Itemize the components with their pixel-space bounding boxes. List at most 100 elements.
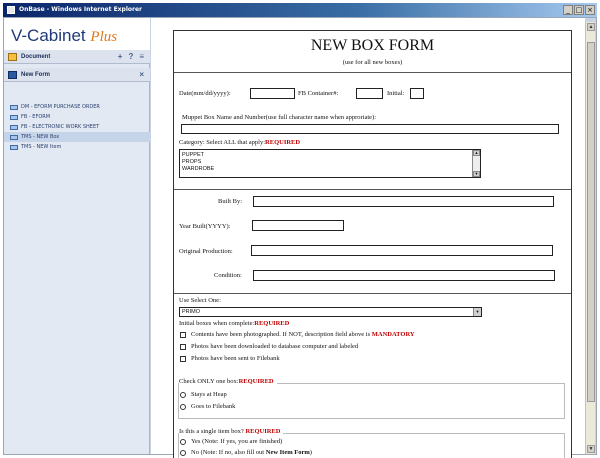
form-viewer: NEW BOX FORM (use for all new boxes) Dat… (151, 18, 585, 458)
scroll-down-arrow-icon[interactable]: ▼ (587, 445, 595, 453)
sent-to-filebank-text: Photos have been sent to Filebank (191, 355, 280, 362)
initial-label: Initial: (387, 90, 405, 97)
built-by-label: Built By: (218, 198, 243, 205)
form-item-label: FB - EFORM (21, 114, 51, 120)
single-item-label: Is this a single item box? (179, 428, 244, 435)
divider (174, 72, 571, 73)
category-option[interactable]: WARDROBE (180, 166, 480, 173)
category-option[interactable]: PROPS (180, 159, 480, 166)
photographed-option: Contents have been photographed. If NOT,… (191, 331, 415, 338)
fb-container-label: FB Container#: (298, 90, 339, 97)
new-box-form: NEW BOX FORM (use for all new boxes) Dat… (173, 30, 572, 458)
form-item-dm-eform-purchase-order[interactable]: DM - EFORM PURCHASE ORDER (4, 102, 150, 112)
single-item-no-end: ) (309, 449, 312, 456)
goes-to-filebank-radio[interactable] (180, 404, 186, 410)
category-listbox[interactable]: PUPPET PROPS WARDROBE ▲ ▼ (179, 149, 481, 178)
category-label-text: Category: Select ALL that apply: (179, 139, 266, 146)
sent-to-filebank-checkbox[interactable] (180, 356, 186, 362)
date-label: Date(mm/dd/yyyy): (179, 90, 231, 97)
document-tools: + ? ≡ (118, 50, 144, 64)
fb-container-field[interactable] (356, 88, 383, 99)
year-built-field[interactable] (252, 220, 344, 231)
single-item-no-radio[interactable] (180, 450, 186, 456)
category-option[interactable]: PUPPET (180, 152, 480, 159)
window-title: OnBase - Windows Internet Explorer (19, 6, 142, 13)
single-item-required: REQUIRED (245, 428, 281, 435)
category-label: Category: Select ALL that apply:REQUIRED (179, 139, 300, 146)
scroll-up-arrow-icon[interactable]: ▲ (587, 23, 595, 31)
condition-field[interactable] (253, 270, 555, 281)
form-doc-icon (10, 125, 18, 130)
check-one-fieldset (178, 383, 565, 419)
year-built-label: Year Built(YYYY): (179, 223, 231, 230)
sidebar: V-Cabinet Plus Document + ? ≡ New Form ×… (4, 18, 150, 454)
browser-icon (7, 6, 15, 14)
new-item-form-link: New Item Form (265, 449, 310, 456)
collapse-icon[interactable]: × (139, 68, 144, 82)
scroll-up-icon[interactable]: ▲ (473, 150, 480, 156)
window-controls: _ □ × (563, 5, 595, 15)
new-form-label: New Form (21, 72, 51, 78)
listbox-scrollbar[interactable]: ▲ ▼ (472, 150, 480, 177)
date-field[interactable] (250, 88, 295, 99)
minimize-button[interactable]: _ (563, 5, 573, 15)
initial-boxes-label-text: Initial boxes when complete: (179, 320, 255, 327)
form-item-label: TMS - NEW Box (21, 134, 60, 140)
logo-plus: Plus (90, 29, 118, 45)
initial-field[interactable] (410, 88, 424, 99)
chevron-down-icon[interactable]: ▼ (473, 308, 481, 316)
scroll-thumb[interactable] (587, 42, 595, 402)
original-production-label: Original Production: (179, 248, 233, 255)
form-subtitle: (use for all new boxes) (342, 59, 403, 66)
condition-label: Condition: (214, 272, 242, 279)
form-item-label: FB - ELECTRONIC WORK SHEET (21, 124, 100, 130)
muppet-name-field[interactable] (181, 124, 559, 134)
scroll-down-icon[interactable]: ▼ (473, 171, 480, 177)
divider (174, 189, 571, 190)
form-item-tms-new-box[interactable]: TMS - NEW Box (4, 132, 150, 142)
stays-at-heap-text: Stays at Heap (191, 391, 227, 398)
window-title-bar: OnBase - Windows Internet Explorer _ □ × (3, 3, 597, 17)
category-required: REQUIRED (265, 139, 301, 146)
form-item-tms-new-item[interactable]: TMS - NEW Item (4, 142, 150, 152)
close-button[interactable]: × (585, 5, 595, 15)
single-item-yes-text: Yes (Note: If yes, you are finished) (191, 438, 283, 445)
new-form-tools: × (139, 68, 144, 82)
form-doc-icon (10, 145, 18, 150)
use-select-dropdown[interactable]: PRIMO ▼ (179, 307, 482, 317)
logo-main: V-Cabinet (11, 26, 86, 45)
form-item-label: TMS - NEW Item (21, 144, 62, 150)
help-icon[interactable]: ? (128, 50, 133, 64)
initial-boxes-label: Initial boxes when complete:REQUIRED (179, 320, 289, 327)
original-production-field[interactable] (251, 245, 553, 256)
document-panel-header[interactable]: Document + ? ≡ (4, 50, 150, 64)
built-by-field[interactable] (253, 196, 554, 207)
use-select-label: Use Select One: (179, 297, 221, 304)
single-item-no-option: No (Note: If no, also fill out New Item … (191, 449, 312, 456)
downloaded-text: Photos have been downloaded to database … (191, 343, 359, 350)
single-item-yes-radio[interactable] (180, 439, 186, 445)
page-scrollbar[interactable]: ▲ ▼ (585, 22, 595, 454)
use-select-value: PRIMO (182, 309, 201, 315)
initial-boxes-required: REQUIRED (254, 320, 290, 327)
downloaded-checkbox[interactable] (180, 344, 186, 350)
list-icon[interactable]: ≡ (139, 50, 144, 64)
add-icon[interactable]: + (118, 50, 123, 64)
document-label: Document (21, 54, 51, 60)
maximize-button[interactable]: □ (574, 5, 584, 15)
muppet-label: Muppet Box Name and Number(use full char… (182, 114, 377, 121)
form-doc-icon (10, 105, 18, 110)
check-one-required: REQUIRED (238, 378, 274, 385)
forms-list: DM - EFORM PURCHASE ORDER FB - EFORM FB … (4, 102, 150, 152)
app-logo: V-Cabinet Plus (4, 18, 150, 50)
photographed-checkbox[interactable] (180, 332, 186, 338)
form-doc-icon (10, 115, 18, 120)
form-item-fb-electronic-work-sheet[interactable]: FB - ELECTRONIC WORK SHEET (4, 122, 150, 132)
stays-at-heap-radio[interactable] (180, 392, 186, 398)
new-form-panel-header[interactable]: New Form × (4, 68, 150, 82)
single-item-no-text: No (Note: If no, also fill out (191, 449, 266, 456)
document-icon (8, 53, 17, 61)
mandatory-text: MANDATORY (371, 331, 415, 338)
form-title: NEW BOX FORM (310, 37, 435, 54)
form-item-fb-eform[interactable]: FB - EFORM (4, 112, 150, 122)
